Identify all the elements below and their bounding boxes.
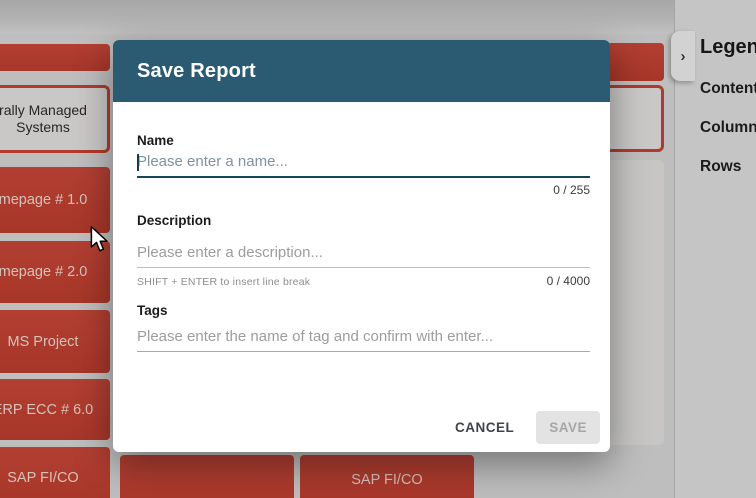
mouse-cursor-icon (90, 226, 109, 253)
description-input[interactable] (137, 244, 590, 268)
report-card[interactable]: rally Managed Systems (0, 85, 110, 153)
description-label: Description (137, 213, 211, 228)
report-card[interactable]: SAP FI/CO (0, 447, 110, 498)
name-label: Name (137, 133, 174, 148)
name-field-wrap (137, 153, 590, 178)
cancel-button[interactable]: CANCEL (441, 411, 528, 444)
text-caret (137, 154, 139, 171)
report-card[interactable] (0, 44, 110, 71)
dialog-actions: CANCEL SAVE (441, 411, 600, 444)
legend-section-content[interactable]: Content (700, 80, 756, 98)
tags-field-wrap (137, 328, 590, 352)
name-input[interactable] (137, 153, 590, 178)
dialog-title: Save Report (137, 60, 256, 83)
legend-section-columns[interactable]: Columns (700, 119, 756, 137)
report-card[interactable]: SAP FI/CO (300, 455, 474, 498)
chevron-right-icon: › (681, 48, 686, 65)
tags-label: Tags (137, 303, 168, 318)
description-helper-row: SHIFT + ENTER to insert line break 0 / 4… (137, 274, 590, 288)
name-char-counter: 0 / 255 (553, 183, 590, 197)
report-card[interactable]: MS Project (0, 310, 110, 373)
description-helper-text: SHIFT + ENTER to insert line break (137, 276, 310, 288)
dialog-header: Save Report (113, 40, 610, 102)
toolbar-shade (0, 0, 756, 34)
legend-title: Legend (700, 36, 756, 59)
save-button[interactable]: SAVE (536, 411, 600, 444)
legend-collapse-tab[interactable]: › (671, 31, 695, 81)
report-card[interactable]: mepage # 1.0 (0, 167, 110, 233)
report-card[interactable]: ERP ECC # 6.0 (0, 379, 110, 440)
report-card[interactable] (120, 455, 294, 498)
save-report-dialog: Save Report Name 0 / 255 Description SHI… (113, 40, 610, 452)
description-char-counter: 0 / 4000 (547, 274, 590, 288)
description-field-wrap (137, 244, 590, 268)
legend-section-rows[interactable]: Rows (700, 158, 741, 176)
tags-input[interactable] (137, 328, 590, 352)
app-screen: rally Managed Systems mepage # 1.0 mepag… (0, 0, 756, 498)
